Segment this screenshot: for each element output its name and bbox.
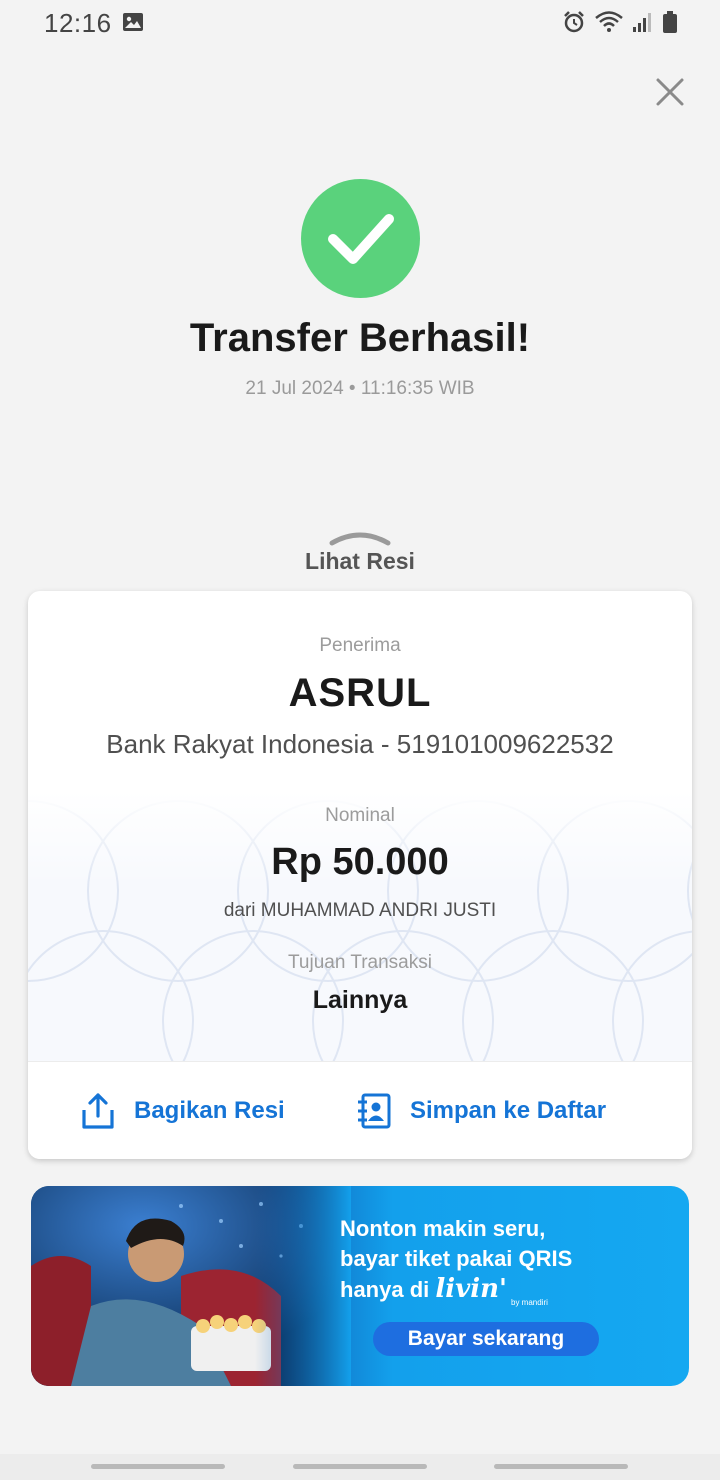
- sender-name: dari MUHAMMAD ANDRI JUSTI: [223, 900, 497, 921]
- status-time: 12:16: [44, 8, 112, 38]
- nav-home[interactable]: [293, 1464, 427, 1469]
- alarm-icon: [564, 11, 584, 33]
- recipient-label: Penerima: [319, 635, 401, 656]
- share-icon: [82, 1093, 114, 1129]
- promo-line-3-prefix: hanya di: [340, 1277, 430, 1302]
- wifi-icon: [595, 11, 623, 32]
- promo-line-2: bayar tiket pakai QRIS: [340, 1246, 573, 1271]
- page-title: Transfer Berhasil!: [189, 316, 531, 360]
- promo-headline: Nonton makin seru, bayar tiket pakai QRI…: [340, 1214, 660, 1305]
- view-receipt-toggle[interactable]: Lihat Resi: [0, 548, 720, 575]
- promo-cinema-image: [31, 1186, 351, 1386]
- nav-recent-apps[interactable]: [91, 1464, 225, 1469]
- status-bar: 12:16: [0, 0, 720, 46]
- receipt-actions: Bagikan Resi Simpan ke Daftar: [28, 1061, 692, 1159]
- checkmark-icon: [327, 213, 394, 264]
- success-badge: [301, 179, 420, 298]
- promo-banner[interactable]: Nonton makin seru, bayar tiket pakai QRI…: [31, 1186, 689, 1386]
- status-icons: [562, 10, 678, 34]
- share-receipt-label: Bagikan Resi: [134, 1097, 285, 1124]
- amount-label: Nominal: [325, 805, 395, 826]
- close-icon[interactable]: [652, 74, 688, 110]
- nav-back[interactable]: [494, 1464, 628, 1469]
- card-background-pattern: [28, 791, 692, 1061]
- share-receipt-button[interactable]: Bagikan Resi: [80, 1092, 285, 1130]
- transaction-purpose: Lainnya: [312, 986, 408, 1014]
- contact-save-icon: [358, 1093, 391, 1129]
- signal-icon: [633, 13, 651, 32]
- save-to-list-label: Simpan ke Daftar: [410, 1097, 607, 1124]
- transfer-amount: Rp 50.000: [271, 841, 449, 883]
- battery-icon: [663, 11, 677, 33]
- livin-logo-sub: by mandiri: [511, 1298, 548, 1307]
- receipt-card: Penerima ASRUL Bank Rakyat Indonesia - 5…: [28, 591, 692, 1159]
- save-to-list-button[interactable]: Simpan ke Daftar: [356, 1092, 606, 1130]
- gallery-icon: [123, 13, 143, 31]
- purpose-label: Tujuan Transaksi: [288, 952, 432, 973]
- system-nav-bar: [0, 1454, 720, 1480]
- promo-pay-now-button[interactable]: Bayar sekarang: [373, 1322, 599, 1356]
- chevron-up-icon[interactable]: [329, 529, 391, 547]
- promo-line-3: hanya di livin': [340, 1274, 660, 1305]
- promo-line-1: Nonton makin seru,: [340, 1216, 546, 1241]
- transaction-timestamp: 21 Jul 2024 • 11:16:35 WIB: [245, 378, 475, 399]
- recipient-name: ASRUL: [288, 671, 432, 715]
- recipient-bank-account: Bank Rakyat Indonesia - 519101009622532: [106, 729, 614, 759]
- livin-logo: livin': [435, 1274, 507, 1304]
